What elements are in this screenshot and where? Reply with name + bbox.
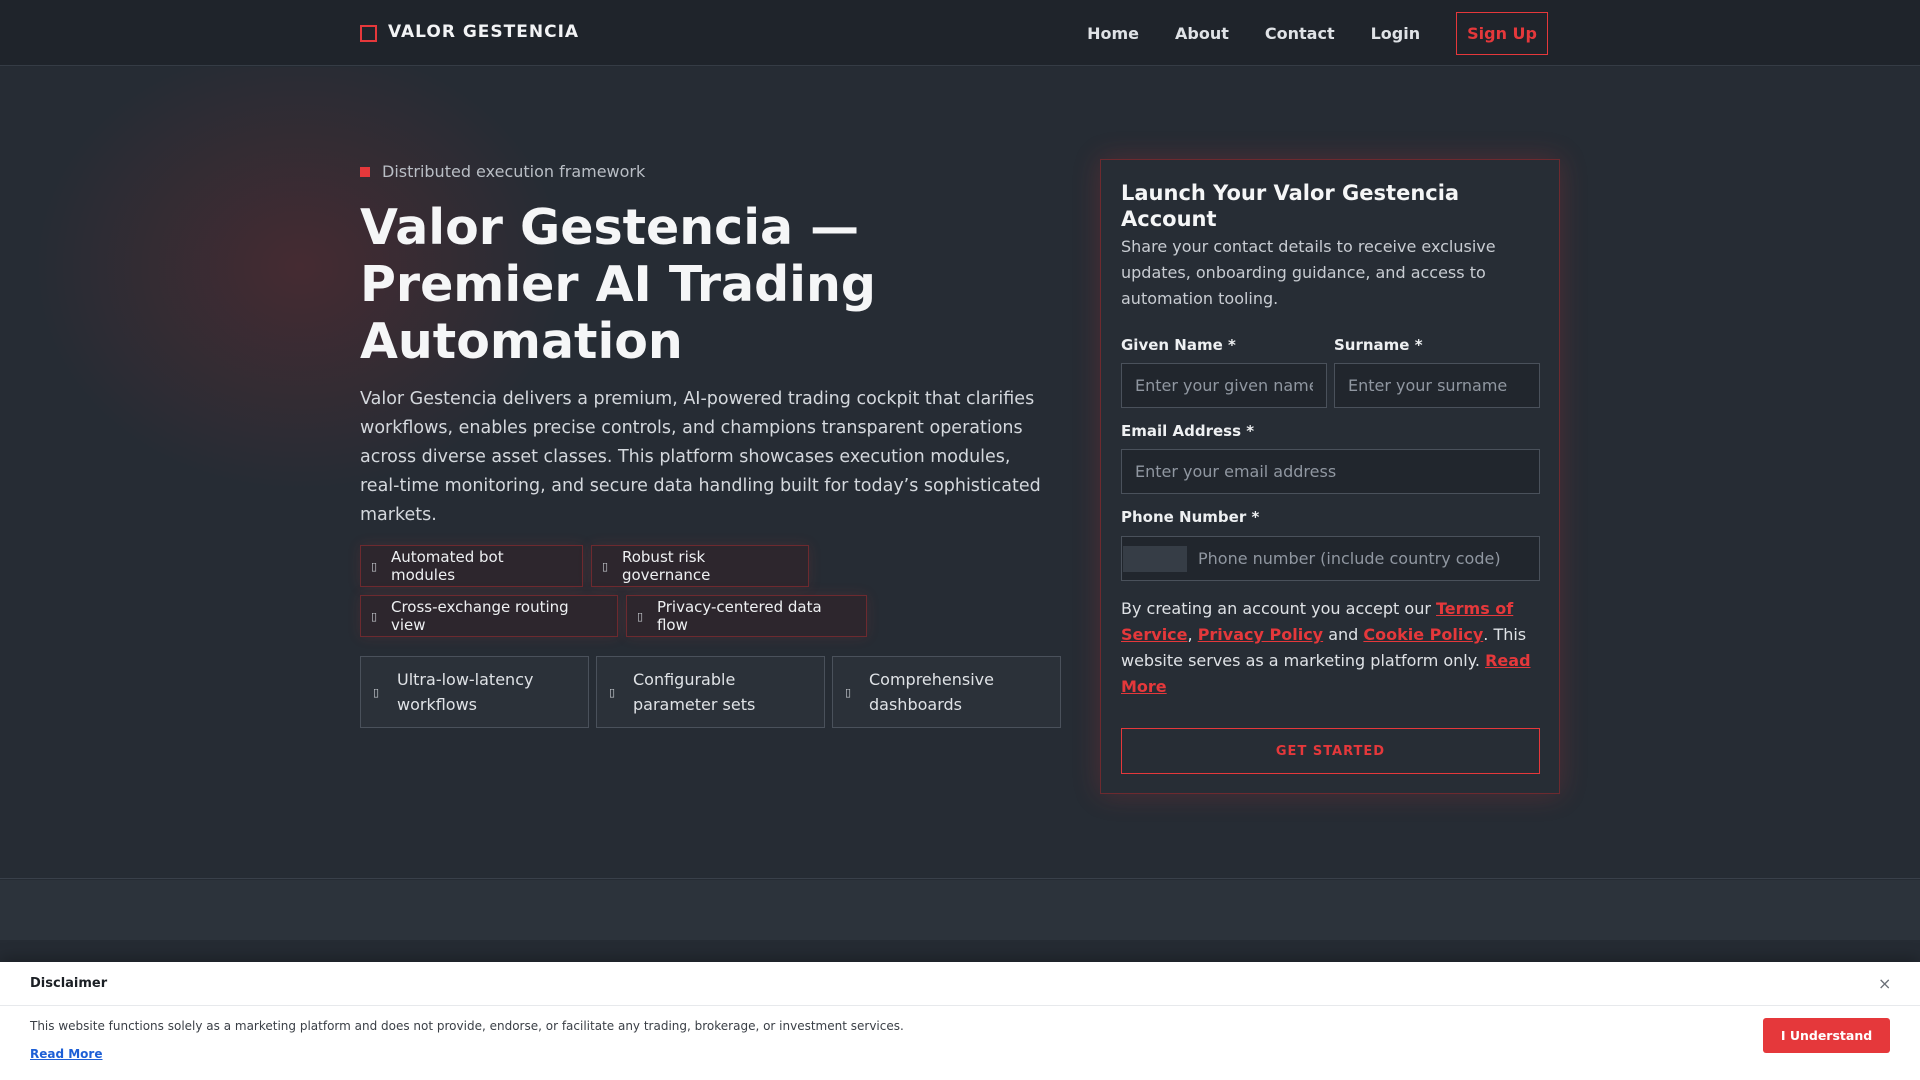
nav-login-link[interactable]: Login — [1371, 24, 1421, 43]
disclaimer-header: Disclaimer × — [0, 962, 1920, 1006]
nav-about-link[interactable]: About — [1175, 24, 1229, 43]
i-understand-button[interactable]: I Understand — [1763, 1018, 1890, 1053]
cookie-link[interactable]: Cookie Policy — [1363, 625, 1483, 644]
chip-label: Cross-exchange routing view — [390, 598, 569, 634]
brand-square-icon — [360, 25, 377, 42]
given-name-input[interactable] — [1121, 363, 1327, 408]
feature-label: Comprehensive dashboards — [869, 670, 994, 714]
email-label: Email Address * — [1121, 422, 1255, 440]
bot-icon: ▯ — [371, 559, 378, 573]
shield-icon: ▯ — [602, 559, 609, 573]
email-input[interactable] — [1121, 449, 1540, 494]
feature-dashboards: ▯ Comprehensive dashboards — [832, 656, 1061, 728]
phone-label: Phone Number * — [1121, 508, 1260, 526]
chip-routing-view: ▯ Cross-exchange routing view — [360, 595, 618, 637]
brand-logo[interactable]: VALOR GESTENCIA — [360, 22, 579, 42]
disclaimer-text: This website functions solely as a marke… — [30, 1019, 904, 1033]
hero-section: Distributed execution framework Valor Ge… — [0, 67, 1920, 879]
feature-latency: ▯ Ultra-low-latency workflows — [360, 656, 589, 728]
given-name-label: Given Name * — [1121, 336, 1236, 354]
chip-risk-governance: ▯ Robust risk governance — [591, 545, 809, 587]
eyebrow-square-icon — [360, 166, 370, 177]
get-started-button[interactable]: GET STARTED — [1121, 728, 1540, 774]
signup-button[interactable]: Sign Up — [1456, 12, 1548, 55]
hero-headline: Valor Gestencia — Premier AI Trading Aut… — [360, 199, 876, 370]
privacy-link[interactable]: Privacy Policy — [1198, 625, 1323, 644]
hero-lead: Valor Gestencia delivers a premium, AI-p… — [360, 389, 1041, 525]
bolt-icon: ▯ — [373, 685, 380, 699]
consent-text: By creating an account you accept our Te… — [1121, 596, 1546, 700]
sliders-icon: ▯ — [609, 685, 616, 699]
consent-and: and — [1323, 625, 1364, 644]
dashboard-icon: ▯ — [845, 685, 852, 699]
chip-label: Automated bot modules — [390, 548, 504, 584]
brand-name: VALOR GESTENCIA — [388, 22, 580, 42]
chip-label: Robust risk governance — [621, 548, 711, 584]
disclaimer-banner: Disclaimer × This website functions sole… — [0, 962, 1920, 1080]
close-icon[interactable]: × — [1878, 974, 1891, 993]
nav-contact-link[interactable]: Contact — [1265, 24, 1335, 43]
eyebrow-text: Distributed execution framework — [382, 162, 646, 181]
surname-input[interactable] — [1334, 363, 1540, 408]
consent-separator: , — [1187, 625, 1198, 644]
eyebrow: Distributed execution framework — [360, 162, 645, 181]
nav-home-link[interactable]: Home — [1087, 24, 1139, 43]
nav-links: Home About Contact Login Sign Up — [1051, 12, 1548, 55]
signup-form-card: Launch Your Valor Gestencia Account Shar… — [1100, 159, 1560, 794]
phone-input[interactable] — [1188, 537, 1538, 580]
form-title: Launch Your Valor Gestencia Account — [1121, 181, 1460, 231]
chip-privacy-flow: ▯ Privacy-centered data flow — [626, 595, 867, 637]
route-icon: ▯ — [371, 609, 378, 623]
form-subtitle: Share your contact details to receive ex… — [1121, 237, 1496, 308]
chip-bot-modules: ▯ Automated bot modules — [360, 545, 583, 587]
chip-label: Privacy-centered data flow — [656, 598, 822, 634]
feature-label: Ultra-low-latency workflows — [397, 670, 534, 714]
surname-label: Surname * — [1334, 336, 1423, 354]
country-flag-selector[interactable] — [1123, 546, 1187, 572]
feature-parameters: ▯ Configurable parameter sets — [596, 656, 825, 728]
feature-label: Configurable parameter sets — [633, 670, 756, 714]
lock-icon: ▯ — [637, 609, 644, 623]
disclaimer-title: Disclaimer — [30, 976, 108, 991]
section-band — [0, 880, 1920, 940]
consent-prefix: By creating an account you accept our — [1121, 599, 1436, 618]
disclaimer-read-more-link[interactable]: Read More — [30, 1047, 103, 1061]
top-navbar: VALOR GESTENCIA Home About Contact Login… — [0, 0, 1920, 66]
phone-field — [1121, 536, 1540, 581]
